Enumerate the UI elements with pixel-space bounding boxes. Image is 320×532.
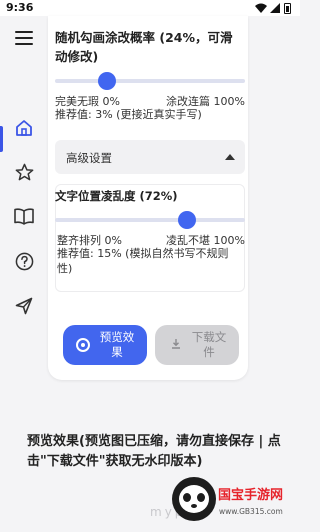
help-icon: [15, 252, 33, 270]
status-bar: 9:36: [0, 0, 300, 16]
star-icon: [15, 163, 33, 180]
probability-title: 随机勾画涂改概率 (24%，可滑动修改): [55, 30, 233, 64]
panda-logo-icon: [172, 477, 216, 521]
nav-send[interactable]: [10, 292, 38, 320]
menu-button[interactable]: [10, 24, 38, 52]
send-icon: [15, 297, 33, 315]
site-logo: 国宝手游网 www.GB315.com: [172, 474, 298, 530]
settings-card: 随机勾画涂改概率 (24%，可滑动修改) 完美无瑕 0% 涂改连篇 100% 推…: [48, 16, 248, 380]
home-icon: [16, 120, 32, 136]
disorder-slider-thumb[interactable]: [177, 211, 196, 229]
nav-help[interactable]: [10, 247, 38, 275]
active-indicator: [0, 126, 3, 152]
preview-button[interactable]: 预览效果: [63, 325, 147, 365]
probability-slider-thumb[interactable]: [97, 72, 116, 90]
signal-icon: [270, 3, 280, 13]
wifi-icon: [255, 3, 267, 13]
download-icon: [172, 339, 180, 349]
download-button-label: 下载文件: [191, 330, 227, 359]
logo-name: 国宝手游网: [218, 488, 284, 503]
preview-caption: 预览效果(预览图已压缩，请勿直接保存 | 点击"下载文件"获取无水印版本): [27, 434, 281, 469]
preview-icon: [76, 338, 90, 352]
status-time: 9:36: [6, 1, 34, 14]
disorder-title: 文字位置凌乱度 (72%): [55, 189, 178, 203]
nav-home[interactable]: [10, 114, 38, 142]
disorder-slider[interactable]: [55, 211, 245, 229]
nav-library[interactable]: [10, 202, 38, 230]
nav-favorites[interactable]: [10, 158, 38, 186]
book-icon: [14, 207, 34, 225]
menu-icon: [15, 31, 33, 45]
probability-slider-track: [55, 79, 245, 83]
probability-hint: 推荐值: 3% (更接近真实手写): [55, 108, 202, 121]
probability-slider[interactable]: [55, 72, 245, 90]
disorder-slider-track: [55, 218, 245, 222]
chevron-up-icon: [225, 154, 235, 160]
disorder-hint: 推荐值: 15% (模拟自然书写不规则性): [57, 247, 229, 275]
battery-icon: [284, 3, 291, 14]
advanced-settings-label: 高级设置: [66, 151, 112, 165]
advanced-settings-toggle[interactable]: 高级设置: [55, 140, 245, 174]
logo-site: www.GB315.com: [219, 507, 283, 516]
download-button[interactable]: 下载文件: [155, 325, 239, 365]
preview-button-label: 预览效果: [99, 330, 135, 359]
navigation-rail: [0, 16, 48, 332]
